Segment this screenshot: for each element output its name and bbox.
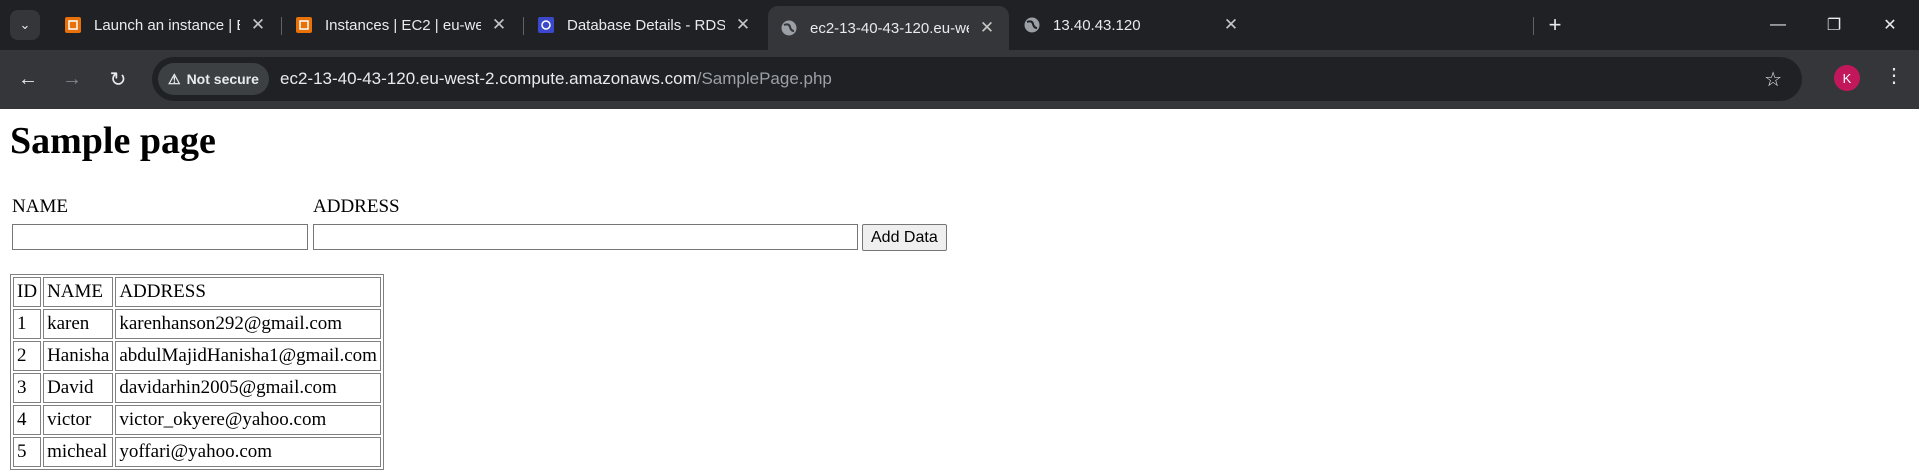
cell-id: 5: [13, 437, 42, 467]
chevron-down-icon: ⌄: [19, 17, 31, 32]
back-button[interactable]: ←: [12, 63, 44, 95]
tab-launch-instance[interactable]: Launch an instance | EC2 | eu-w ✕: [52, 6, 280, 44]
arrow-left-icon: ←: [18, 67, 38, 90]
forward-button[interactable]: →: [56, 63, 88, 95]
close-icon[interactable]: ✕: [248, 15, 268, 35]
address-label: ADDRESS: [313, 196, 400, 217]
reload-button[interactable]: ↻: [102, 63, 134, 95]
url-host: ec2-13-40-43-120.eu-west-2.compute.amazo…: [280, 69, 697, 88]
cell-id: 3: [13, 373, 42, 403]
header-address: ADDRESS: [115, 277, 381, 307]
tab-title: Database Details - RDS Manage: [567, 16, 725, 34]
cell-name: David: [43, 373, 114, 403]
tab-title: Launch an instance | EC2 | eu-w: [94, 16, 240, 34]
close-icon[interactable]: ✕: [1221, 15, 1241, 35]
url-path: /SamplePage.php: [696, 69, 832, 88]
address-bar[interactable]: ⚠ Not secure ec2-13-40-43-120.eu-west-2.…: [152, 57, 1802, 101]
header-id: ID: [13, 277, 42, 307]
plus-icon: +: [1548, 12, 1562, 37]
cell-address: victor_okyere@yahoo.com: [115, 405, 381, 435]
close-icon[interactable]: ✕: [733, 15, 753, 35]
header-name: NAME: [43, 277, 114, 307]
close-icon: ✕: [1883, 17, 1897, 34]
cell-address: yoffari@yahoo.com: [115, 437, 381, 467]
url-text[interactable]: ec2-13-40-43-120.eu-west-2.compute.amazo…: [280, 69, 832, 89]
minimize-icon: —: [1770, 16, 1786, 33]
aws-ec2-icon: [64, 16, 82, 34]
tab-search-button[interactable]: ⌄: [10, 10, 40, 40]
browser-toolbar: ← → ↻ ⚠ Not secure ec2-13-40-43-120.eu-w…: [0, 50, 1919, 109]
tab-title: Instances | EC2 | eu-west-2: [325, 16, 481, 34]
tab-title: 13.40.43.120: [1053, 16, 1141, 34]
browser-chrome: ⌄ Launch an instance | EC2 | eu-w ✕ Inst…: [0, 0, 1919, 109]
warning-icon: ⚠: [168, 70, 181, 87]
cell-address: davidarhin2005@gmail.com: [115, 373, 381, 403]
address-input[interactable]: [313, 224, 858, 250]
minimize-button[interactable]: —: [1758, 8, 1798, 42]
security-label: Not secure: [186, 71, 259, 87]
cell-address: karenhanson292@gmail.com: [115, 309, 381, 339]
data-table: ID NAME ADDRESS 1 karen karenhanson292@g…: [10, 274, 384, 470]
aws-ec2-icon: [295, 16, 313, 34]
cell-name: Hanisha: [43, 341, 114, 371]
table-row: 1 karen karenhanson292@gmail.com: [13, 309, 381, 339]
table-row: 5 micheal yoffari@yahoo.com: [13, 437, 381, 467]
cell-name: micheal: [43, 437, 114, 467]
table-row: 3 David davidarhin2005@gmail.com: [13, 373, 381, 403]
security-chip[interactable]: ⚠ Not secure: [158, 63, 269, 95]
page-title: Sample page: [10, 120, 216, 162]
cell-address: abdulMajidHanisha1@gmail.com: [115, 341, 381, 371]
page-content: Sample page NAME ADDRESS Add Data ID NAM…: [0, 109, 1919, 470]
cell-name: victor: [43, 405, 114, 435]
globe-icon: [1023, 16, 1041, 34]
tab-instances[interactable]: Instances | EC2 | eu-west-2 ✕: [283, 6, 521, 44]
tab-database-details[interactable]: Database Details - RDS Manage ✕: [525, 6, 765, 44]
cell-id: 2: [13, 341, 42, 371]
tab-separator: [523, 17, 524, 35]
tab-separator: [281, 17, 282, 35]
add-data-button[interactable]: Add Data: [862, 224, 947, 251]
name-input[interactable]: [12, 224, 308, 250]
cell-name: karen: [43, 309, 114, 339]
tab-strip: ⌄ Launch an instance | EC2 | eu-w ✕ Inst…: [0, 0, 1919, 50]
close-icon[interactable]: ✕: [489, 15, 509, 35]
reload-icon: ↻: [109, 68, 127, 91]
tab-ip-address[interactable]: 13.40.43.120 ✕: [1011, 6, 1253, 44]
close-window-button[interactable]: ✕: [1870, 8, 1910, 42]
tab-title: ec2-13-40-43-120.eu-west-2.co: [810, 19, 969, 37]
table-header-row: ID NAME ADDRESS: [13, 277, 381, 307]
arrow-right-icon: →: [62, 67, 82, 90]
bookmark-star-icon[interactable]: ☆: [1764, 67, 1782, 92]
cell-id: 4: [13, 405, 42, 435]
profile-initial: K: [1842, 70, 1852, 86]
more-menu-icon[interactable]: ⋮: [1884, 63, 1904, 88]
globe-icon: [780, 19, 798, 37]
restore-icon: ❐: [1826, 17, 1842, 34]
restore-button[interactable]: ❐: [1814, 8, 1854, 42]
new-tab-button[interactable]: +: [1542, 12, 1568, 38]
close-icon[interactable]: ✕: [977, 18, 997, 38]
profile-avatar[interactable]: K: [1834, 65, 1860, 91]
table-row: 4 victor victor_okyere@yahoo.com: [13, 405, 381, 435]
table-row: 2 Hanisha abdulMajidHanisha1@gmail.com: [13, 341, 381, 371]
tab-separator: [1533, 17, 1534, 35]
aws-rds-icon: [537, 16, 555, 34]
cell-id: 1: [13, 309, 42, 339]
tab-sample-page[interactable]: ec2-13-40-43-120.eu-west-2.co ✕: [768, 6, 1009, 50]
name-label: NAME: [12, 196, 68, 217]
